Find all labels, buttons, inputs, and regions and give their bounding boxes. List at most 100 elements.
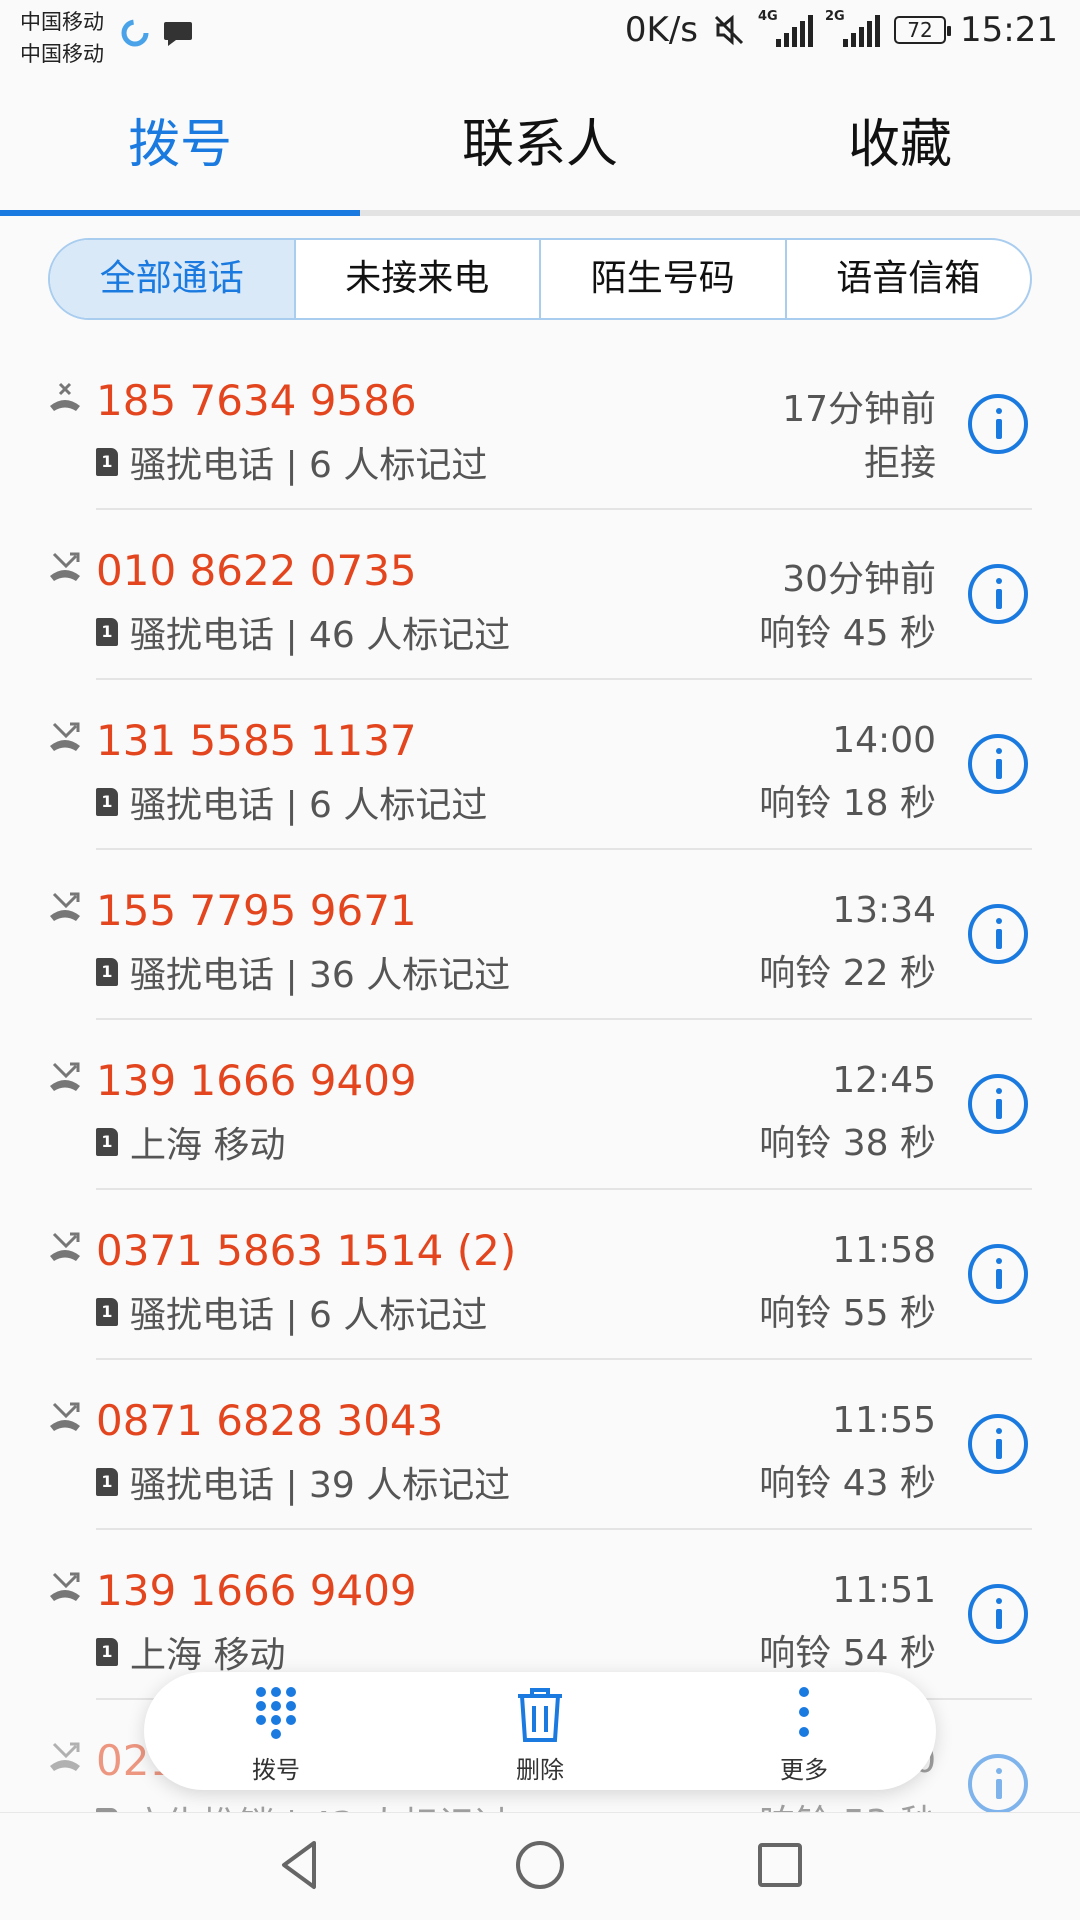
trash-icon [518, 1688, 562, 1742]
call-time: 17分钟前 [782, 389, 936, 430]
more-button[interactable]: 更多 [672, 1672, 936, 1790]
call-status: 响铃 43 秒 [759, 1463, 936, 1504]
call-log-row[interactable]: 010 8622 0735 1 骚扰电话 | 46 人标记过 30分钟前 响铃 45 秒 [0, 510, 1080, 680]
status-right: 0K/s 4G 2G 72 15:21 [624, 9, 1058, 50]
info-icon[interactable] [968, 394, 1028, 454]
sim-card-icon: 1 [96, 448, 118, 476]
call-status: 响铃 22 秒 [759, 953, 936, 994]
notification-icons [120, 18, 194, 48]
more-label: 更多 [780, 1756, 828, 1784]
back-icon[interactable] [270, 1835, 330, 1895]
caller-details: 1 骚扰电话 | 6 人标记过 [96, 1286, 487, 1338]
missed-call-icon [50, 552, 80, 581]
call-status: 响铃 55 秒 [759, 1293, 936, 1334]
call-time: 11:55 [832, 1400, 936, 1441]
info-icon[interactable] [968, 1074, 1028, 1134]
call-log-row[interactable]: 155 7795 9671 1 骚扰电话 | 36 人标记过 13:34 响铃 22 秒 [0, 850, 1080, 1020]
more-vertical-icon [799, 1687, 809, 1737]
call-log-row[interactable]: 131 5585 1137 1 骚扰电话 | 6 人标记过 14:00 响铃 18 秒 [0, 680, 1080, 850]
tab-contacts[interactable]: 联系人 [360, 90, 720, 220]
info-icon[interactable] [968, 1584, 1028, 1644]
missed-call-icon [50, 1572, 80, 1601]
caller-number: 0371 5863 1514 (2) [96, 1226, 517, 1275]
delete-button[interactable]: 删除 [408, 1672, 672, 1790]
caller-note: 骚扰电话 | 6 人标记过 [130, 1295, 488, 1336]
call-time: 11:51 [832, 1570, 936, 1611]
sim2-network-tag: 2G [825, 9, 845, 24]
caller-note: 骚扰电话 | 6 人标记过 [130, 785, 488, 826]
tab-favorites[interactable]: 收藏 [720, 90, 1080, 220]
filter-unknown-numbers[interactable]: 陌生号码 [539, 240, 785, 318]
filter-voicemail[interactable]: 语音信箱 [784, 240, 1031, 318]
signal-icon-sim1: 4G [758, 9, 814, 47]
caller-details: 1 骚扰电话 | 36 人标记过 [96, 946, 510, 998]
caller-details: 1 骚扰电话 | 6 人标记过 [96, 436, 487, 488]
caller-details: 1 骚扰电话 | 39 人标记过 [96, 1456, 510, 1508]
missed-call-icon [50, 722, 80, 751]
missed-call-icon [50, 1232, 80, 1261]
caller-number: 139 1666 9409 [96, 1056, 417, 1105]
call-log-row[interactable]: 0371 5863 1514 (2) 1 骚扰电话 | 6 人标记过 11:58 响铃 … [0, 1190, 1080, 1360]
call-log-list: 185 7634 9586 1 骚扰电话 | 6 人标记过 17分钟前拒接 010 86… [0, 340, 1080, 1870]
caller-details: 1 骚扰电话 | 6 人标记过 [96, 776, 487, 828]
mute-icon [714, 14, 744, 46]
call-status: 拒接 [863, 443, 936, 484]
missed-call-icon [50, 892, 80, 921]
call-log-row[interactable]: 0871 6828 3043 1 骚扰电话 | 39 人标记过 11:55 响铃 43 … [0, 1360, 1080, 1530]
system-nav-bar [0, 1812, 1080, 1920]
filter-all-calls[interactable]: 全部通话 [50, 240, 294, 318]
tab-dialer[interactable]: 拨号 [0, 90, 360, 220]
loading-icon [121, 19, 149, 47]
caller-number: 185 7634 9586 [96, 376, 417, 425]
info-icon[interactable] [968, 904, 1028, 964]
sim1-network-tag: 4G [758, 9, 778, 24]
recent-apps-icon[interactable] [750, 1835, 810, 1895]
caller-note: 骚扰电话 | 6 人标记过 [130, 445, 488, 486]
clock: 15:21 [960, 10, 1058, 50]
call-log-row[interactable]: 139 1666 9409 1 上海 移动 12:45 响铃 38 秒 [0, 1020, 1080, 1190]
rejected-call-icon [50, 382, 80, 411]
caller-note: 骚扰电话 | 39 人标记过 [130, 1465, 511, 1506]
info-icon[interactable] [968, 734, 1028, 794]
call-log-row[interactable]: 185 7634 9586 1 骚扰电话 | 6 人标记过 17分钟前拒接 [0, 340, 1080, 510]
dialpad-label: 拨号 [252, 1756, 300, 1784]
caller-note: 骚扰电话 | 46 人标记过 [130, 615, 511, 656]
battery-icon: 72 [894, 16, 952, 44]
sim-card-icon: 1 [96, 1468, 118, 1496]
call-time: 14:00 [832, 720, 936, 761]
home-icon[interactable] [510, 1835, 570, 1895]
carrier-names: 中国移动 中国移动 [20, 6, 104, 70]
caller-note: 骚扰电话 | 36 人标记过 [130, 955, 511, 996]
info-icon[interactable] [968, 564, 1028, 624]
call-time: 13:34 [832, 890, 936, 931]
call-time: 30分钟前 [782, 559, 936, 600]
delete-label: 删除 [516, 1756, 564, 1784]
caller-note: 上海 移动 [130, 1125, 286, 1166]
call-time: 12:45 [832, 1060, 936, 1101]
carrier-2: 中国移动 [20, 42, 104, 66]
sim-card-icon: 1 [96, 1638, 118, 1666]
missed-call-icon [50, 1062, 80, 1091]
sim-card-icon: 1 [96, 788, 118, 816]
carrier-1: 中国移动 [20, 10, 104, 34]
caller-note: 上海 移动 [130, 1635, 286, 1676]
sim-card-icon: 1 [96, 1128, 118, 1156]
caller-details: 1 骚扰电话 | 46 人标记过 [96, 606, 510, 658]
info-icon[interactable] [968, 1754, 1028, 1814]
caller-number: 139 1666 9409 [96, 1566, 417, 1615]
signal-icon-sim2: 2G [825, 9, 881, 47]
call-filter: 全部通话 未接来电 陌生号码 语音信箱 [48, 238, 1032, 320]
network-speed: 0K/s [624, 10, 699, 50]
filter-missed-calls[interactable]: 未接来电 [293, 240, 540, 318]
dialpad-button[interactable]: 拨号 [144, 1672, 408, 1790]
missed-call-icon [50, 1742, 80, 1771]
missed-call-icon [50, 1402, 80, 1431]
status-bar: 中国移动 中国移动 0K/s 4G 2G 72 15:21 [0, 0, 1080, 76]
call-status: 响铃 38 秒 [759, 1123, 936, 1164]
info-icon[interactable] [968, 1414, 1028, 1474]
caller-details: 1 上海 移动 [96, 1116, 285, 1168]
caller-number: 010 8622 0735 [96, 546, 417, 595]
info-icon[interactable] [968, 1244, 1028, 1304]
sim-card-icon: 1 [96, 1298, 118, 1326]
main-tabs: 拨号 联系人 收藏 [0, 90, 1080, 220]
